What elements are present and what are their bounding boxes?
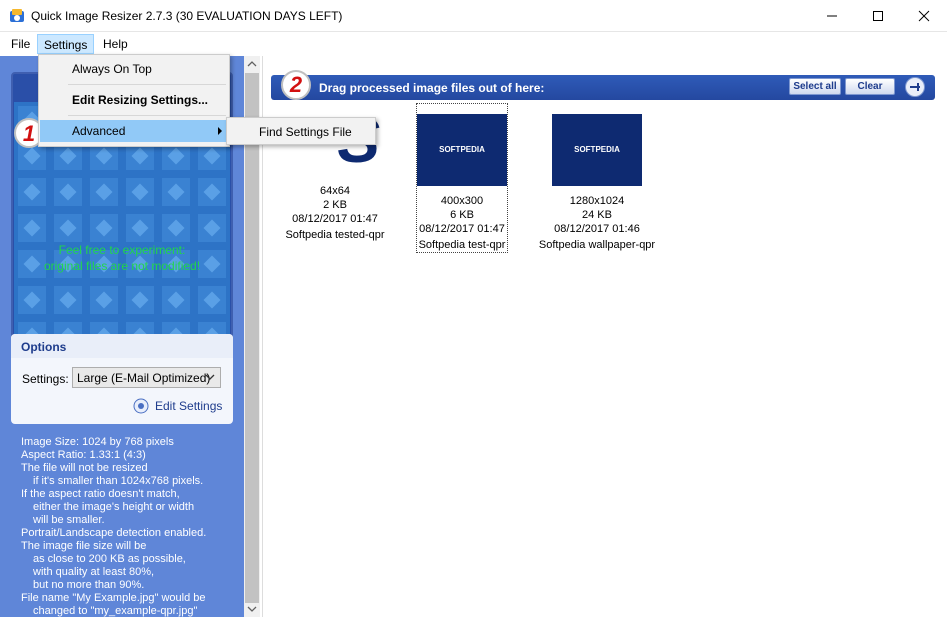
file-name: Softpedia wallpaper-qpr [538, 239, 656, 251]
settings-select-value: Large (E-Mail Optimized) [77, 371, 211, 385]
file-item[interactable]: SOFTPEDIA 1280x1024 24 KB 08/12/2017 01:… [535, 104, 659, 252]
options-panel: Options Settings: Large (E-Mail Optimize… [11, 334, 233, 424]
settings-summary: Image Size: 1024 by 768 pixels Aspect Rat… [21, 436, 241, 618]
file-name: Softpedia test-qpr [418, 239, 506, 251]
settings-dropdown: Always On Top Edit Resizing Settings... … [38, 54, 230, 147]
file-name: Softpedia tested-qpr [285, 229, 385, 241]
file-dims: 64x64 [320, 185, 350, 197]
menu-edit-resizing-settings[interactable]: Edit Resizing Settings... [40, 89, 228, 111]
window-title: Quick Image Resizer 2.7.3 (30 EVALUATION… [31, 9, 343, 23]
message-line-1: Feel free to experiment: [58, 243, 186, 257]
file-date: 08/12/2017 01:47 [292, 213, 378, 225]
chevron-down-icon [205, 374, 215, 380]
file-thumbnail: SOFTPEDIA [552, 114, 642, 186]
summary-line: either the image's height or width [33, 501, 195, 513]
menu-advanced-label: Advanced [72, 124, 126, 138]
advanced-submenu: Find Settings File [226, 117, 376, 145]
menu-settings[interactable]: Settings [37, 34, 95, 54]
summary-line: The file will not be resized [21, 462, 148, 474]
menu-always-on-top[interactable]: Always On Top [40, 58, 228, 80]
options-title: Options [11, 334, 233, 358]
message-line-2: original files are not modified! [43, 259, 201, 273]
settings-label: Settings: [22, 372, 69, 386]
menu-advanced[interactable]: Advanced [40, 120, 228, 142]
summary-line: as close to 200 KB as possible, [33, 553, 186, 565]
maximize-icon [873, 10, 883, 21]
scroll-down-icon[interactable] [244, 601, 260, 617]
maximize-button[interactable] [855, 0, 901, 31]
gear-icon [133, 398, 149, 414]
file-date: 08/12/2017 01:46 [554, 223, 640, 235]
summary-line: Aspect Ratio: 1.33:1 (4:3) [21, 449, 146, 461]
file-dims: 400x300 [440, 195, 484, 207]
close-button[interactable] [901, 0, 947, 31]
file-size: 2 KB [323, 199, 347, 211]
select-all-button[interactable]: Select all [789, 78, 841, 95]
menu-file[interactable]: File [5, 34, 36, 54]
summary-line: Portrait/Landscape detection enabled. [21, 527, 207, 539]
close-icon [918, 10, 930, 21]
file-size: 6 KB [450, 209, 474, 221]
file-date: 08/12/2017 01:47 [419, 223, 505, 235]
step-2-badge: 2 [281, 70, 311, 100]
summary-line: The image file size will be [21, 540, 147, 552]
file-thumbnail: SOFTPEDIA [417, 114, 507, 186]
summary-line: Image Size: 1024 by 768 pixels [21, 436, 174, 448]
settings-select[interactable]: Large (E-Mail Optimized) [72, 367, 221, 388]
title-bar: Quick Image Resizer 2.7.3 (30 EVALUATION… [0, 0, 947, 32]
summary-line: will be smaller. [33, 514, 105, 526]
pin-icon [910, 83, 920, 91]
summary-line: If the aspect ratio doesn't match, [21, 488, 180, 500]
scroll-up-icon[interactable] [244, 56, 260, 72]
clear-button[interactable]: Clear [845, 78, 895, 95]
summary-line: but no more than 90%. [33, 579, 145, 591]
menu-help[interactable]: Help [97, 34, 134, 54]
drop-area-message: Feel free to experiment: original files … [14, 242, 230, 274]
edit-settings-label: Edit Settings [155, 399, 223, 413]
output-caption: Drag processed image files out of here: [319, 81, 545, 95]
output-banner: 2 Drag processed image files out of here… [271, 70, 935, 100]
app-icon [10, 9, 24, 22]
menu-find-settings-file[interactable]: Find Settings File [228, 121, 374, 143]
edit-settings-link[interactable]: Edit Settings [133, 398, 222, 414]
chevron-right-icon [218, 127, 222, 135]
pin-button[interactable] [905, 77, 925, 97]
summary-line: with quality at least 80%, [33, 566, 155, 578]
file-dims: 1280x1024 [569, 195, 625, 207]
menu-separator [68, 115, 226, 116]
minimize-button[interactable] [809, 0, 855, 31]
scrollbar-thumb[interactable] [245, 73, 259, 603]
file-item[interactable]: SOFTPEDIA 400x300 6 KB 08/12/2017 01:47 … [416, 103, 508, 253]
minimize-icon [827, 15, 837, 16]
menu-separator [68, 84, 226, 85]
menu-bar: File Settings Help [0, 32, 947, 55]
summary-line: changed to "my_example-qpr.jpg" [33, 605, 198, 617]
summary-line: if it's smaller than 1024x768 pixels. [33, 475, 204, 487]
summary-line: File name "My Example.jpg" would be [21, 592, 206, 604]
file-size: 24 KB [582, 209, 612, 221]
